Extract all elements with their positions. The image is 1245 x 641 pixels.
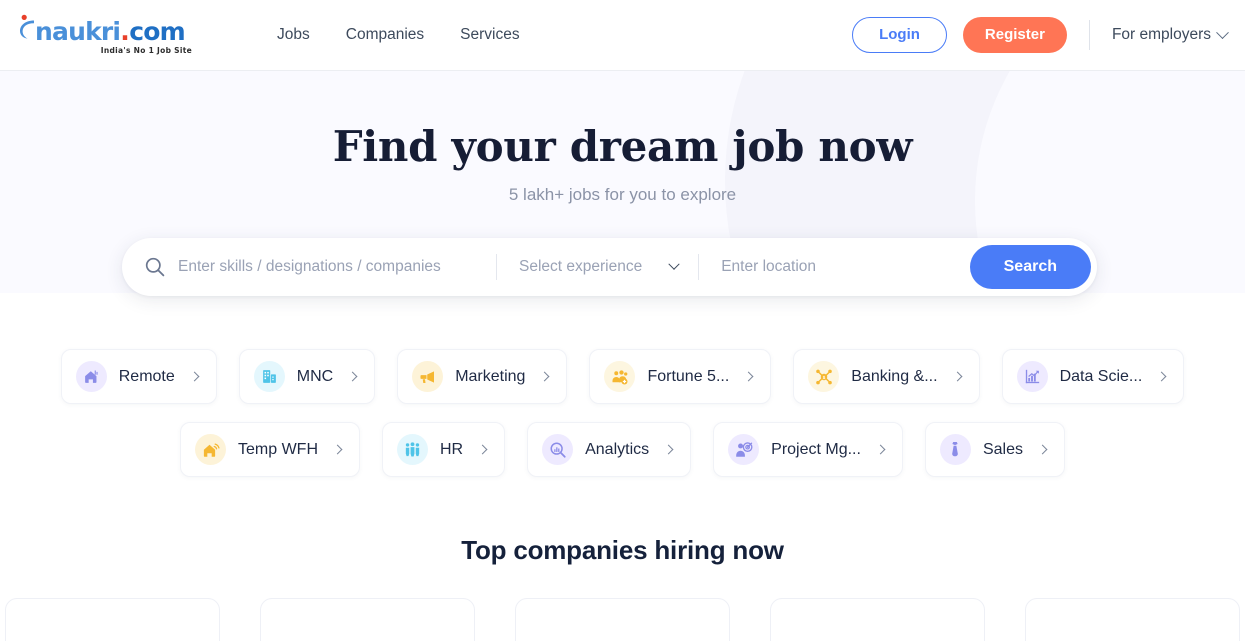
search-bar-inner: Select experience Search (122, 238, 1097, 296)
job-search-bar: Select experience Search (122, 238, 1097, 296)
for-employers-label: For employers (1111, 26, 1211, 43)
experience-select-label: Select experience (519, 258, 643, 275)
chevron-right-icon (477, 444, 488, 455)
naukri-swoosh-icon (18, 14, 36, 40)
chip-banking[interactable]: $ Banking &... (793, 349, 980, 404)
chevron-right-icon (347, 371, 358, 382)
chip-label: HR (440, 440, 464, 458)
bar-chart-icon (1016, 361, 1048, 392)
logo-text-naukri: naukri (35, 16, 121, 46)
company-card[interactable] (5, 598, 220, 641)
category-chips: Remote MNC Marketing Fortune 5... $ Banking &… (0, 293, 1245, 477)
chevron-right-icon (1156, 371, 1167, 382)
chip-label: Analytics (585, 440, 650, 458)
chevron-right-icon (952, 371, 963, 382)
search-input[interactable] (178, 258, 496, 276)
company-card[interactable] (1025, 598, 1240, 641)
chip-marketing[interactable]: Marketing (397, 349, 568, 404)
chip-temp-wfh[interactable]: Temp WFH (180, 422, 360, 477)
header-divider (1088, 20, 1090, 50)
chip-remote[interactable]: Remote (60, 349, 217, 404)
people-group-icon (604, 361, 636, 392)
chip-mnc[interactable]: MNC (238, 349, 376, 404)
people-icon (397, 434, 428, 465)
header-actions: Login Register For employers (852, 16, 1245, 54)
chip-data-scie[interactable]: Data Scie... (1001, 349, 1185, 404)
megaphone-icon (412, 361, 444, 392)
chip-hr[interactable]: HR (382, 422, 506, 477)
location-input[interactable] (699, 258, 905, 276)
chip-label: MNC (296, 367, 334, 385)
company-card[interactable] (515, 598, 730, 641)
page-title: Find your dream job now (332, 122, 913, 171)
chip-label: Marketing (455, 367, 526, 385)
chevron-right-icon (663, 444, 674, 455)
home-remote-icon (75, 361, 107, 392)
chip-analytics[interactable]: Analytics (527, 422, 692, 477)
chevron-right-icon (332, 444, 343, 455)
chip-label: Temp WFH (238, 440, 318, 458)
chip-sales[interactable]: Sales (924, 422, 1065, 477)
nav-item-services[interactable]: Services (458, 20, 521, 50)
chip-row-1: Remote MNC Marketing Fortune 5... $ Banking &… (0, 349, 1245, 404)
company-card[interactable] (260, 598, 475, 641)
chip-label: Data Scie... (1059, 367, 1143, 385)
chip-label: Banking &... (851, 367, 938, 385)
search-button[interactable]: Search (969, 245, 1091, 289)
person-target-icon (728, 434, 760, 465)
experience-select[interactable]: Select experience (497, 258, 698, 276)
register-button[interactable]: Register (962, 16, 1067, 54)
company-cards-row (0, 598, 1245, 641)
chevron-right-icon (875, 444, 886, 455)
nav-item-jobs[interactable]: Jobs (275, 20, 312, 50)
chevron-right-icon (189, 371, 200, 382)
logo-text-com: com (129, 16, 185, 46)
chevron-right-icon (1037, 444, 1048, 455)
chip-label: Remote (118, 367, 175, 385)
chevron-right-icon (540, 371, 550, 382)
magnifier-chart-icon (542, 434, 574, 465)
chip-label: Fortune 5... (647, 367, 730, 385)
company-card[interactable] (770, 598, 985, 641)
chevron-down-icon (1216, 25, 1229, 39)
hero-subtitle: 5 lakh+ jobs for you to explore (508, 185, 737, 205)
banking-network-icon: $ (808, 361, 840, 392)
chip-label: Project Mg... (771, 440, 861, 458)
logo-wordmark: naukri . com (18, 14, 193, 44)
necktie-icon (939, 434, 971, 465)
hero-content: Find your dream job now 5 lakh+ jobs for… (0, 71, 1245, 205)
logo-text-dot: . (120, 16, 130, 46)
main-nav: Jobs Companies Services (275, 20, 522, 50)
section-title-top-companies: Top companies hiring now (461, 535, 784, 565)
for-employers-menu[interactable]: For employers (1111, 25, 1229, 44)
naukri-logo[interactable]: naukri . com India's No 1 Job Site (18, 14, 193, 55)
chip-fortune-5[interactable]: Fortune 5... (589, 349, 772, 404)
site-header: naukri . com India's No 1 Job Site Jobs … (0, 0, 1245, 71)
login-button[interactable]: Login (852, 16, 947, 54)
nav-item-companies[interactable]: Companies (344, 20, 426, 50)
home-wifi-icon (195, 434, 226, 465)
chip-project-mg[interactable]: Project Mg... (713, 422, 903, 477)
top-companies-section: Top companies hiring now (0, 535, 1245, 641)
building-icon (253, 361, 285, 392)
chip-label: Sales (982, 440, 1023, 458)
chevron-down-icon (668, 258, 680, 270)
chip-row-2: Temp WFH HR Analytics Project Mg... Sales (0, 422, 1245, 477)
search-icon (144, 256, 166, 278)
chevron-right-icon (743, 371, 754, 382)
logo-tagline: India's No 1 Job Site (100, 45, 192, 55)
